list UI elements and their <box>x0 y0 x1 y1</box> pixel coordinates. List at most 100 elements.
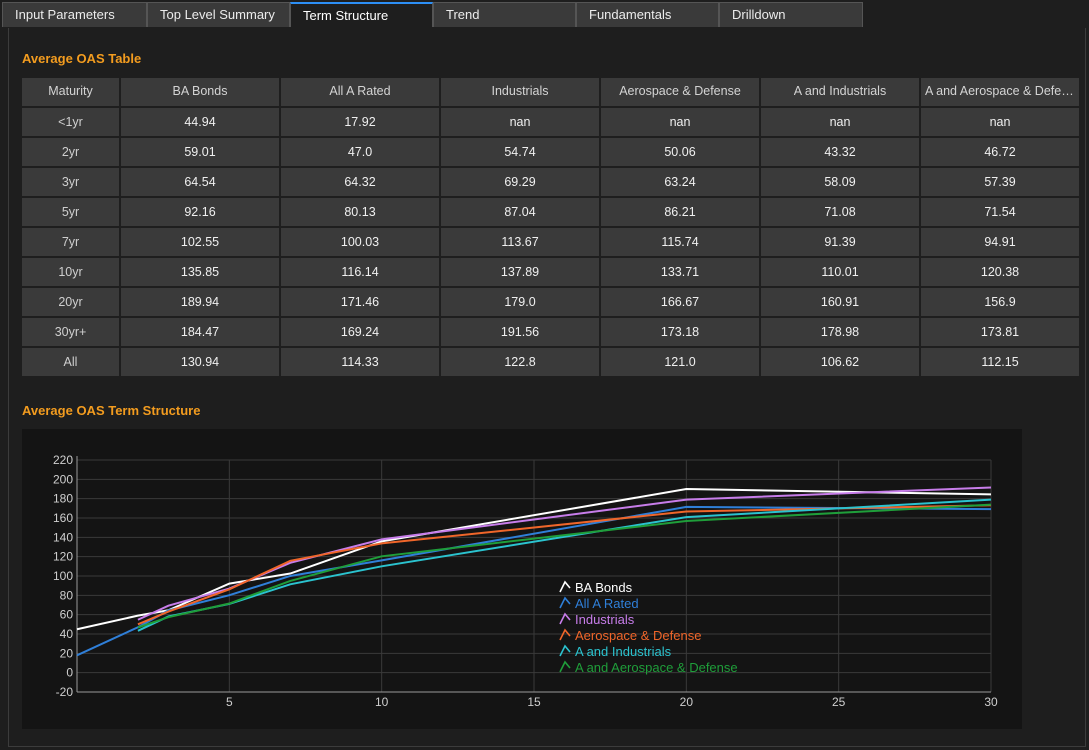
column-header[interactable]: BA Bonds <box>121 78 279 106</box>
table-cell: 57.39 <box>921 168 1079 196</box>
column-header[interactable]: Industrials <box>441 78 599 106</box>
table-cell: 137.89 <box>441 258 599 286</box>
table-cell: 135.85 <box>121 258 279 286</box>
column-header-label: Industrials <box>491 83 549 98</box>
y-tick-label: 60 <box>60 608 74 622</box>
y-tick-label: 80 <box>60 588 74 602</box>
maturity-cell: 10yr <box>22 258 119 286</box>
term-structure-chart: -20 0 20 40 60 80 100 120 140 160 180 200 220 5 10 15 20… <box>22 429 1022 729</box>
maturity-cell: 7yr <box>22 228 119 256</box>
y-tick-label: 180 <box>53 492 73 506</box>
table-cell: 120.38 <box>921 258 1079 286</box>
table-row: <1yr 44.94 17.92 nan nan nan nan <box>22 108 1079 136</box>
legend-label: Aerospace & Defense <box>575 628 701 643</box>
column-header[interactable]: A and Aerospace & Defense <box>921 78 1079 106</box>
maturity-cell: 5yr <box>22 198 119 226</box>
table-cell: 166.67 <box>601 288 759 316</box>
legend-swatch <box>559 660 571 673</box>
table-cell: 173.18 <box>601 318 759 346</box>
table-cell: 69.29 <box>441 168 599 196</box>
table-cell: 114.33 <box>281 348 439 376</box>
column-header-label: A and Industrials <box>793 83 887 98</box>
maturity-cell: 30yr+ <box>22 318 119 346</box>
legend-swatch <box>559 628 571 641</box>
table-cell: 44.94 <box>121 108 279 136</box>
y-tick-label: 0 <box>66 666 73 680</box>
table-row: 7yr 102.55 100.03 113.67 115.74 91.39 94.91 <box>22 228 1079 256</box>
tab-term-structure[interactable]: Term Structure <box>290 2 433 27</box>
table-cell: 50.06 <box>601 138 759 166</box>
maturity-cell: 20yr <box>22 288 119 316</box>
table-cell: 59.01 <box>121 138 279 166</box>
column-header[interactable]: Aerospace & Defense <box>601 78 759 106</box>
column-header[interactable]: A and Industrials <box>761 78 919 106</box>
y-tick-label: -20 <box>56 685 74 699</box>
y-tick-label: 200 <box>53 472 73 486</box>
maturity-cell: 2yr <box>22 138 119 166</box>
table-row: All 130.94 114.33 122.8 121.0 106.62 112.15 <box>22 348 1079 376</box>
table-cell: 43.32 <box>761 138 919 166</box>
table-cell: 102.55 <box>121 228 279 256</box>
legend-swatch <box>559 612 571 625</box>
x-tick-label: 20 <box>680 695 694 709</box>
oas-table: Maturity BA Bonds All A Rated Industrials Ae… <box>20 76 1081 378</box>
x-tick-label: 5 <box>226 695 233 709</box>
table-cell: 71.08 <box>761 198 919 226</box>
table-cell: 46.72 <box>921 138 1079 166</box>
column-header[interactable]: Maturity <box>22 78 119 106</box>
chart-title: Average OAS Term Structure <box>22 403 201 418</box>
table-cell: 91.39 <box>761 228 919 256</box>
tab-bar: Input Parameters Top Level Summary Term St… <box>0 0 1089 28</box>
tab-drilldown[interactable]: Drilldown <box>719 2 863 27</box>
column-header-label: A and Aerospace & Defense <box>925 83 1075 98</box>
tab-fundamentals[interactable]: Fundamentals <box>576 2 719 27</box>
table-cell: 179.0 <box>441 288 599 316</box>
column-header[interactable]: All A Rated <box>281 78 439 106</box>
table-cell: 63.24 <box>601 168 759 196</box>
table-cell: 171.46 <box>281 288 439 316</box>
table-cell: 71.54 <box>921 198 1079 226</box>
y-tick-label: 140 <box>53 530 73 544</box>
table-cell: 122.8 <box>441 348 599 376</box>
table-cell: 169.24 <box>281 318 439 346</box>
table-cell: 110.01 <box>761 258 919 286</box>
table-row: 30yr+ 184.47 169.24 191.56 173.18 178.98 173.8… <box>22 318 1079 346</box>
legend-swatch <box>559 644 571 657</box>
table-cell: nan <box>761 108 919 136</box>
table-title: Average OAS Table <box>22 51 142 66</box>
column-header-label: Maturity <box>48 83 93 98</box>
table-cell: 94.91 <box>921 228 1079 256</box>
column-header-label: All A Rated <box>329 83 391 98</box>
table-row: 5yr 92.16 80.13 87.04 86.21 71.08 71.54 <box>22 198 1079 226</box>
legend-label: Industrials <box>575 612 635 627</box>
legend-swatch <box>559 596 571 609</box>
y-tick-label: 40 <box>60 627 74 641</box>
series-line-5 <box>137 498 992 632</box>
series-line-4 <box>137 504 992 626</box>
maturity-cell: 3yr <box>22 168 119 196</box>
table-cell: 113.67 <box>441 228 599 256</box>
y-tick-label: 120 <box>53 550 73 564</box>
legend-label: A and Aerospace & Defense <box>575 660 738 675</box>
table-cell: 106.62 <box>761 348 919 376</box>
table-cell: 64.54 <box>121 168 279 196</box>
tab-input-parameters[interactable]: Input Parameters <box>2 2 147 27</box>
table-cell: 178.98 <box>761 318 919 346</box>
table-cell: nan <box>921 108 1079 136</box>
table-row: 20yr 189.94 171.46 179.0 166.67 160.91 156.9 <box>22 288 1079 316</box>
x-tick-label: 25 <box>832 695 846 709</box>
legend-label: A and Industrials <box>575 644 672 659</box>
table-cell: 100.03 <box>281 228 439 256</box>
tab-trend[interactable]: Trend <box>433 2 576 27</box>
legend-label: BA Bonds <box>575 580 633 595</box>
table-cell: 173.81 <box>921 318 1079 346</box>
chart-svg: -20 0 20 40 60 80 100 120 140 160 180 200 220 5 10 15 20… <box>53 453 998 709</box>
table-cell: 92.16 <box>121 198 279 226</box>
table-cell: 17.92 <box>281 108 439 136</box>
table-cell: 86.21 <box>601 198 759 226</box>
table-cell: 156.9 <box>921 288 1079 316</box>
column-header-label: Aerospace & Defense <box>619 83 741 98</box>
y-tick-label: 20 <box>60 646 74 660</box>
table-cell: nan <box>601 108 759 136</box>
tab-top-level-summary[interactable]: Top Level Summary <box>147 2 290 27</box>
